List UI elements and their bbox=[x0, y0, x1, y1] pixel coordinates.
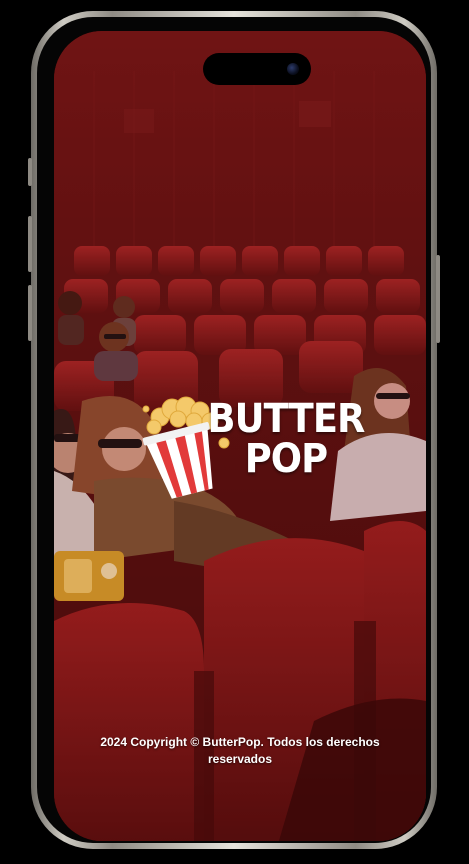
brand-line-2: POP bbox=[244, 436, 328, 482]
action-button bbox=[28, 158, 32, 186]
brand-line-1: BUTTER bbox=[207, 396, 366, 442]
brand-logo: BUTTER POP bbox=[138, 395, 388, 505]
copyright-text: 2024 Copyright © ButterPop. Todos los de… bbox=[100, 735, 380, 766]
dynamic-island bbox=[203, 53, 311, 85]
volume-down-button bbox=[28, 285, 32, 341]
splash-screen: BUTTER POP 2024 Copyright © ButterPop. T… bbox=[54, 31, 426, 841]
brand-wordmark: BUTTER POP bbox=[196, 399, 376, 479]
volume-up-button bbox=[28, 216, 32, 272]
front-camera-icon bbox=[287, 63, 299, 75]
power-button bbox=[436, 255, 440, 343]
phone-bezel: BUTTER POP 2024 Copyright © ButterPop. T… bbox=[37, 17, 431, 843]
phone-frame: BUTTER POP 2024 Copyright © ButterPop. T… bbox=[28, 11, 440, 849]
